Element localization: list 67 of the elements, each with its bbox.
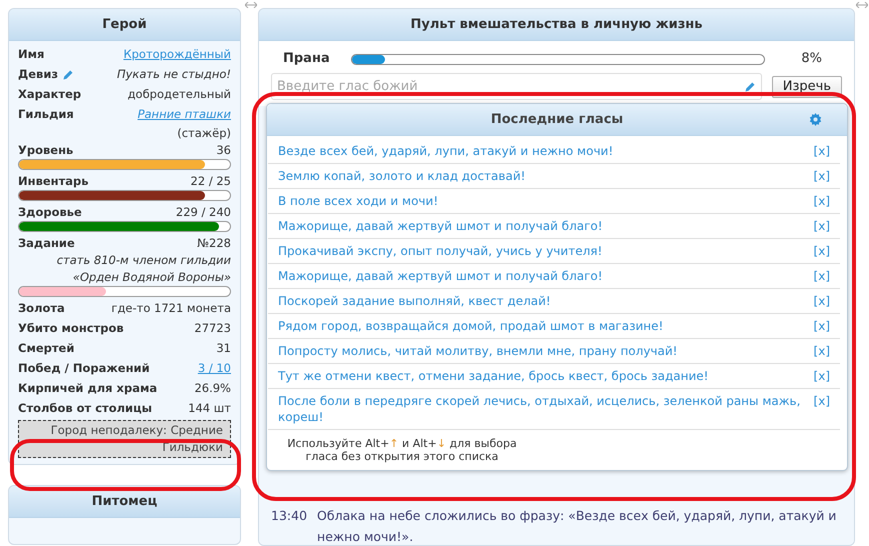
- log-message: Облака на небе сложились во фразу: «Везде всех бей, ударяй, лупи, атакуй и нежно мочи!».: [317, 507, 838, 545]
- panel-header: Герой: [9, 9, 240, 41]
- remove-link[interactable]: [x]: [814, 168, 830, 184]
- quest-description: стать 810-м членом гильдии: [56, 252, 231, 269]
- voice-item[interactable]: Поскорей задание выполняй, квест делай! [x]: [268, 289, 840, 314]
- remove-link[interactable]: [x]: [814, 193, 830, 209]
- field-label: Золота: [18, 300, 65, 318]
- field-label: Характер: [18, 86, 82, 104]
- settings-icon[interactable]: [809, 113, 822, 126]
- voice-item[interactable]: Попросту молись, читай молитву, внемли мне, прану получай! [x]: [268, 339, 840, 364]
- field-link[interactable]: Ранние пташки: [138, 106, 231, 124]
- remove-link[interactable]: [x]: [814, 293, 830, 309]
- log-time: 13:40: [271, 507, 308, 525]
- voice-item[interactable]: Тут же отмени квест, отмени задание, брось квест, брось задание! [x]: [268, 364, 840, 389]
- prana-label: Прана: [282, 50, 331, 68]
- field-label: Задание: [18, 235, 75, 252]
- voice-item[interactable]: Везде всех бей, ударяй, лупи, атакуй и нежно мочи! [x]: [268, 139, 840, 164]
- voice-item[interactable]: Прокачивай экспу, опыт получай, учись у учителя! [x]: [268, 239, 840, 264]
- field-label: Убито монстров: [18, 320, 124, 338]
- remove-link[interactable]: [x]: [814, 393, 830, 425]
- field-value: (стажёр): [177, 125, 231, 141]
- remove-link[interactable]: [x]: [814, 218, 830, 234]
- field-value: Пукать не стыдно!: [116, 66, 231, 84]
- prana-reading: 8%: [801, 50, 822, 68]
- field-value: 144 шт: [188, 400, 231, 418]
- remove-link[interactable]: [x]: [814, 268, 830, 284]
- remove-link[interactable]: [x]: [814, 368, 830, 384]
- remove-link[interactable]: [x]: [814, 143, 830, 159]
- voice-item[interactable]: После боли в передряге скорей лечись, отдыхай, исцелись, зеленкой раны мажь, кореш! [x]: [268, 389, 840, 430]
- field-value: 31: [216, 340, 231, 358]
- pencil-icon[interactable]: [744, 81, 756, 93]
- voice-item[interactable]: Рядом город, возвращайся домой, продай шмот в магазине! [x]: [268, 314, 840, 339]
- pencil-icon[interactable]: [62, 69, 74, 81]
- field-label: Уровень: [18, 142, 74, 160]
- field-value: 229 / 240: [176, 204, 231, 222]
- voice-item[interactable]: В поле всех ходи и мочи! [x]: [268, 189, 840, 214]
- field-value: где-то 1721 монета: [111, 300, 231, 318]
- remove-link[interactable]: [x]: [814, 243, 830, 259]
- field-value: №228: [197, 235, 231, 252]
- field-value: 26.9%: [194, 380, 231, 398]
- field-value: 22 / 25: [190, 173, 231, 190]
- field-label: Столбов от столицы: [18, 400, 152, 418]
- town-note: Город неподалеку: Средние Гильдюки: [18, 420, 231, 458]
- field-label: Девиз: [18, 66, 58, 84]
- field-label: Здоровье: [18, 204, 82, 222]
- field-value: 36: [216, 142, 231, 160]
- field-value: 27723: [194, 320, 231, 338]
- field-label: Имя: [18, 46, 44, 64]
- quest-description: «Орден Водяной Вороны»: [72, 269, 231, 286]
- field-value: добродетельный: [128, 86, 231, 104]
- voice-item[interactable]: Землю копай, золото и клад доставай! [x]: [268, 164, 840, 189]
- field-label: Гильдия: [18, 106, 74, 124]
- field-link[interactable]: Кроторождённый: [123, 46, 231, 64]
- field-label: Побед / Поражений: [18, 360, 150, 378]
- panel-header: Пульт вмешательства в личную жизнь: [259, 9, 854, 41]
- resize-arrow-icon[interactable]: [245, 2, 257, 8]
- resize-arrow-icon[interactable]: [856, 2, 868, 8]
- field-label: Кирпичей для храма: [18, 380, 158, 398]
- voice-item[interactable]: Мажорище, давай жертвуй шмот и получай благо! [x]: [268, 214, 840, 239]
- field-link[interactable]: 3 / 10: [198, 360, 231, 378]
- dropdown-title: Последние гласы: [490, 110, 624, 129]
- field-label: Смертей: [18, 340, 74, 358]
- remove-link[interactable]: [x]: [814, 318, 830, 334]
- keyboard-hint: Используйте Alt+↑ и Alt+↓ для выбора гласа без открытия этого списка: [286, 436, 518, 465]
- field-label: Инвентарь: [18, 173, 89, 190]
- remove-link[interactable]: [x]: [814, 343, 830, 359]
- voice-item[interactable]: Мажорище, давай жертвуй шмот и получай благо! [x]: [268, 264, 840, 289]
